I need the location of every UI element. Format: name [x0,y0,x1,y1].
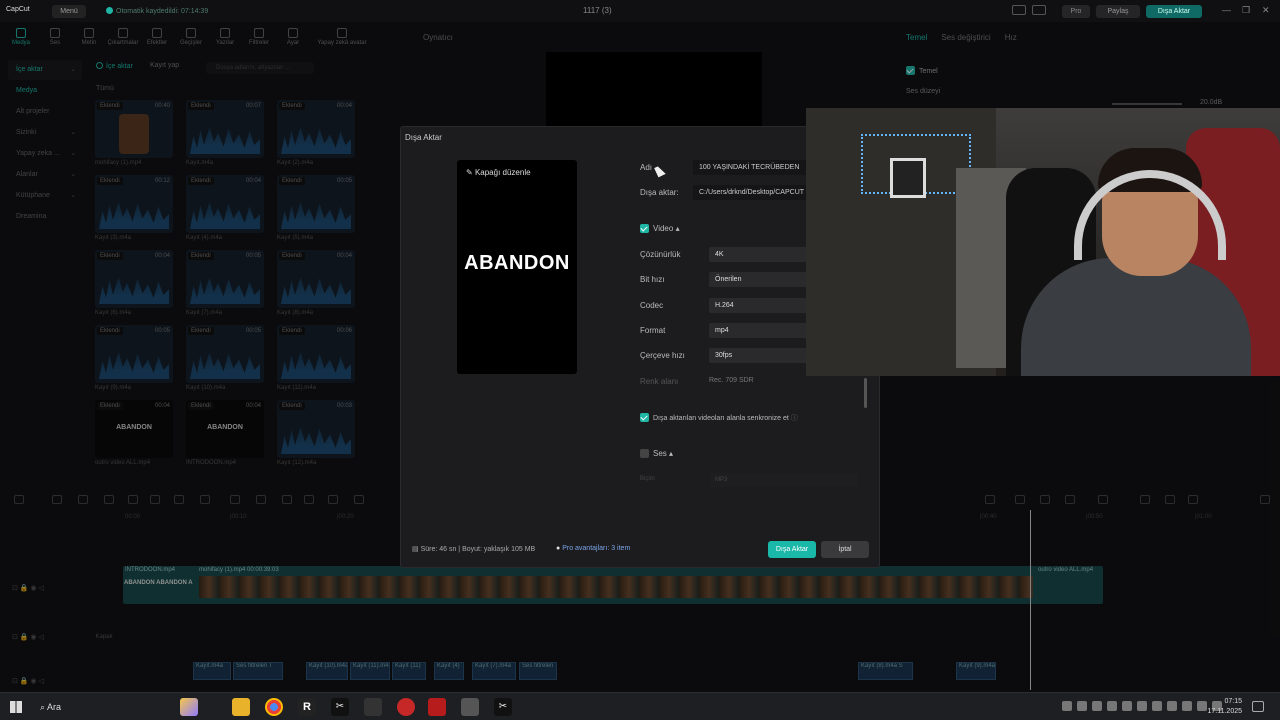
tray-icon[interactable] [1122,701,1132,711]
taskbar-search[interactable]: ⌕ Ara [40,702,61,713]
layout-icon[interactable] [1012,5,1026,15]
export-button[interactable]: Dışa Aktar [768,541,816,558]
capcut-active-icon[interactable]: ✂ [494,698,512,716]
project-title: 1117 (3) [583,6,612,15]
obs-icon[interactable] [397,698,415,716]
pro-advantages-text: Pro avantajları: 3 item [562,545,631,552]
color-space-label: Renk alanı [640,377,679,386]
mouse-app-icon[interactable] [364,698,382,716]
setting-select[interactable]: Önerilen [709,272,809,288]
setting-label: Format [640,325,666,335]
film-icon: ▤ [412,546,421,553]
cover-title-text: ABANDON [464,252,570,274]
layout-icons [1012,5,1046,15]
close-icon[interactable]: ✕ [1262,5,1270,16]
export-summary: ▤ Süre: 46 sn | Boyut: yaklaşık 105 MB [412,545,535,553]
system-tray [1062,701,1222,711]
setting-select[interactable]: mp4 [709,322,809,338]
audio-section-toggle[interactable]: Ses ▴ [640,449,673,458]
windows-start-icon[interactable] [10,701,22,713]
setting-label: Çerçeve hızı [640,351,685,361]
tray-icon[interactable] [1092,701,1102,711]
webcam-picture-frame [890,158,926,198]
setting-select[interactable]: H.264 [709,297,809,313]
capcut-taskbar-icon[interactable]: ✂ [331,698,349,716]
microphone-app-icon[interactable] [461,698,479,716]
color-space-value: Rec. 709 SDR [709,377,754,384]
app-logo: CapCut [6,6,30,13]
autosave-text: Otomatik kaydedildi: 07:14:39 [116,8,209,15]
edit-cover-label: Kapağı düzenle [474,168,531,177]
webcam-overlay [806,108,1280,376]
dialog-title: Dışa Aktar [405,133,442,142]
setting-label: Bit hızı [640,275,665,285]
taskbar-clock[interactable]: 07:15 17.11.2025 [1200,697,1242,717]
maximize-icon[interactable]: ❐ [1242,5,1250,16]
audio-section-label: Ses [653,449,667,458]
share-button[interactable]: Paylaş [1096,5,1140,18]
capcut-window: CapCut Menü Otomatik kaydedildi: 07:14:3… [0,0,1280,692]
pro-advantages-link[interactable]: ● Pro avantajları: 3 item [556,545,630,552]
copilot-icon[interactable] [180,698,198,716]
setting-select[interactable]: 30fps [709,348,809,364]
sync-label: Dışa aktarılan videoları alanla senkroni… [653,415,789,422]
voicemeeter-icon[interactable] [428,698,446,716]
tray-icon[interactable] [1077,701,1087,711]
clock-time: 07:15 [1224,698,1242,705]
pro-button[interactable]: Pro [1062,5,1090,18]
export-path-input[interactable]: C:/Users/drknd/Desktop/CAPCUT [693,185,811,200]
cloud-check-icon [106,7,113,14]
name-input[interactable]: 100 YAŞINDAKİ TECRÜBEDEN [693,160,811,175]
tray-icon[interactable] [1182,701,1192,711]
tray-icon[interactable] [1062,701,1072,711]
audio-format-label: Biçim [640,476,655,482]
shortcut-icon[interactable] [1032,5,1046,15]
setting-select[interactable]: 4K [709,247,809,262]
pencil-icon: ✎ [466,168,475,177]
export-button-top[interactable]: Dışa Aktar [1146,5,1202,18]
setting-label: Codec [640,300,664,310]
video-section-toggle[interactable]: Video ▴ [640,224,680,233]
tray-icon[interactable] [1152,701,1162,711]
chevron-up-icon: ▴ [669,449,674,458]
menu-button[interactable]: Menü [52,5,86,18]
tray-icon[interactable] [1167,701,1177,711]
export-summary-text: Süre: 46 sn | Boyut: yaklaşık 105 MB [420,546,536,553]
autosave-status: Otomatik kaydedildi: 07:14:39 [106,7,208,15]
tray-icon[interactable] [1107,701,1117,711]
edit-cover-button[interactable]: ✎ Kapağı düzenle [466,168,531,177]
chevron-up-icon: ▴ [675,224,680,233]
clock-date: 17.11.2025 [1207,708,1242,715]
tray-icon[interactable] [1137,701,1147,711]
file-explorer-icon[interactable] [232,698,250,716]
dialog-scrollbar[interactable] [864,378,867,408]
video-section-label: Video [653,224,674,233]
title-bar: CapCut Menü Otomatik kaydedildi: 07:14:3… [0,0,1280,22]
notification-icon[interactable] [1252,701,1264,712]
taskbar-search-label: Ara [47,702,62,712]
search-icon: ⌕ [40,702,48,712]
windows-taskbar: ⌕ Ara R ✂ ✂ 07:15 17.11.2025 [0,692,1280,720]
r-app-icon[interactable]: R [298,698,316,716]
cancel-button[interactable]: İptal [821,541,869,558]
name-label: Adı [640,163,653,172]
sync-option[interactable]: Dışa aktarılan videoları alanla senkroni… [640,413,798,423]
video-checkbox[interactable] [640,224,649,233]
sync-checkbox[interactable] [640,413,649,422]
chrome-icon[interactable] [265,698,283,716]
export-path-label: Dışa aktar: [640,188,679,197]
audio-format-select[interactable]: MP3 [709,473,859,487]
info-icon: ⓘ [790,415,798,422]
minimize-icon[interactable]: — [1222,5,1231,15]
setting-label: Çözünürlük [640,250,681,259]
audio-checkbox[interactable] [640,449,649,458]
